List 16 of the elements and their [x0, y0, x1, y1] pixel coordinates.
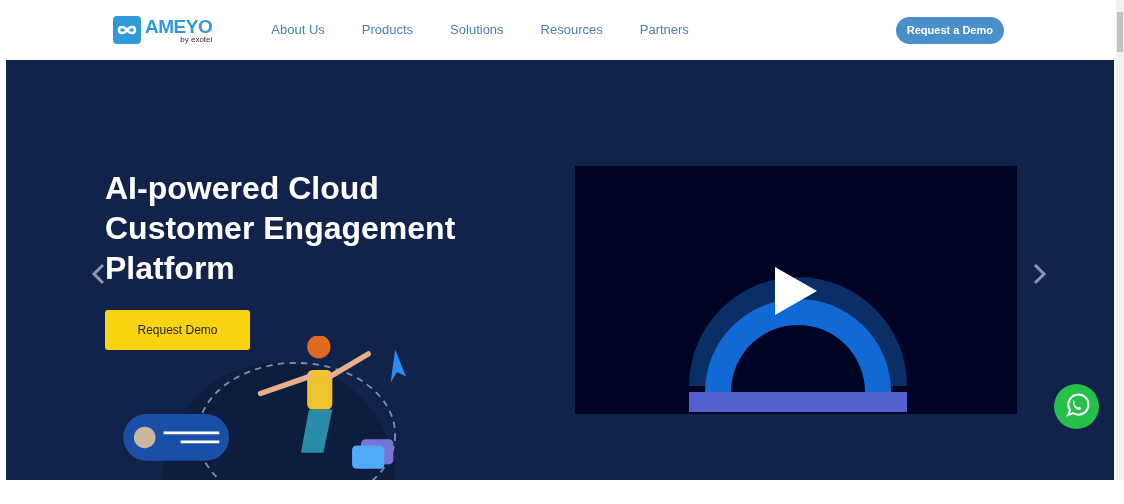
- scrollbar-thumb[interactable]: [1117, 12, 1123, 52]
- logo-tagline: by exotel: [180, 35, 213, 44]
- request-demo-button[interactable]: Request a Demo: [895, 16, 1004, 44]
- request-demo-button[interactable]: Request Demo: [105, 310, 250, 351]
- hero-title: AI-powered Cloud Customer Engagement Platform: [105, 169, 457, 288]
- play-icon[interactable]: [775, 267, 817, 315]
- logo-icon: [113, 16, 141, 44]
- whatsapp-icon[interactable]: [1054, 384, 1099, 429]
- nav-link[interactable]: Products: [361, 20, 414, 40]
- nav-link[interactable]: Solutions: [450, 20, 504, 40]
- nav-link[interactable]: Partners: [639, 20, 689, 40]
- video-player[interactable]: [575, 166, 1017, 414]
- nav-link[interactable]: About Us: [271, 20, 325, 40]
- nav-link[interactable]: Resources: [540, 20, 603, 40]
- logo-wordmark: AMEYO: [145, 16, 213, 36]
- scrollbar[interactable]: [1116, 0, 1124, 480]
